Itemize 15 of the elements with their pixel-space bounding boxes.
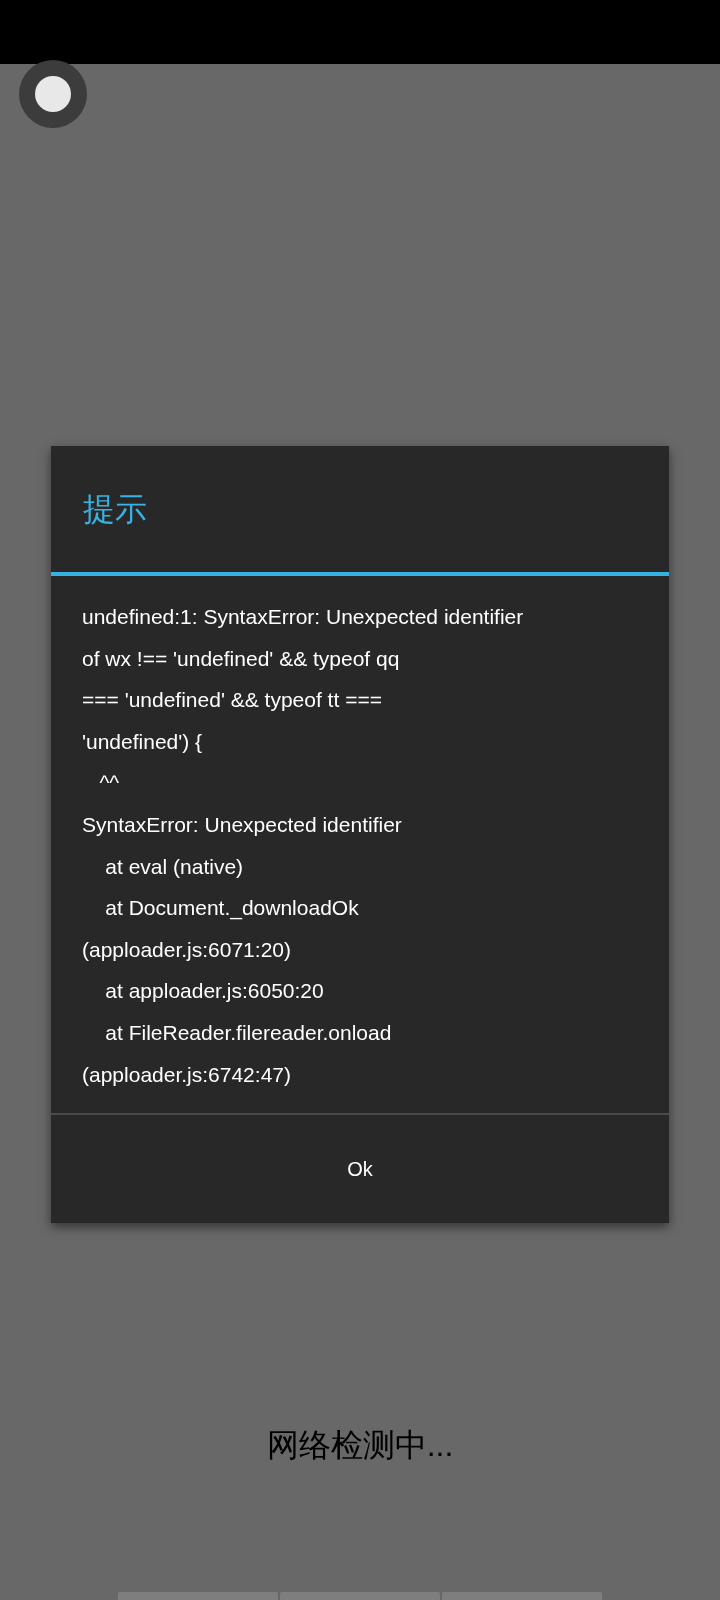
error-text-line: (apploader.js:6742:47): [82, 1061, 291, 1088]
error-text-line: at Document._downloadOk: [104, 895, 359, 922]
dialog-title: 提示: [83, 490, 147, 529]
status-text: 网络检测中...: [266, 1426, 454, 1466]
error-text-line: === 'undefined' && typeof tt ===: [82, 687, 382, 714]
error-text-line: 'undefined') {: [82, 728, 203, 755]
error-text-line: at eval (native): [104, 853, 244, 880]
error-text-line: (apploader.js:6071:20): [82, 936, 291, 963]
error-text-line: of wx !== 'undefined' && typeof qq: [82, 645, 400, 672]
ok-button[interactable]: Ok: [51, 1115, 669, 1224]
error-text-line: undefined:1: SyntaxError: Unexpected identifier: [82, 604, 524, 630]
error-text-line: SyntaxError: Unexpected identifier: [82, 811, 402, 838]
error-text-line: at FileReader.filereader.onload: [104, 1019, 392, 1046]
error-text-line: ^^: [98, 770, 120, 797]
error-text-line: at apploader.js:6050:20: [104, 978, 324, 1005]
